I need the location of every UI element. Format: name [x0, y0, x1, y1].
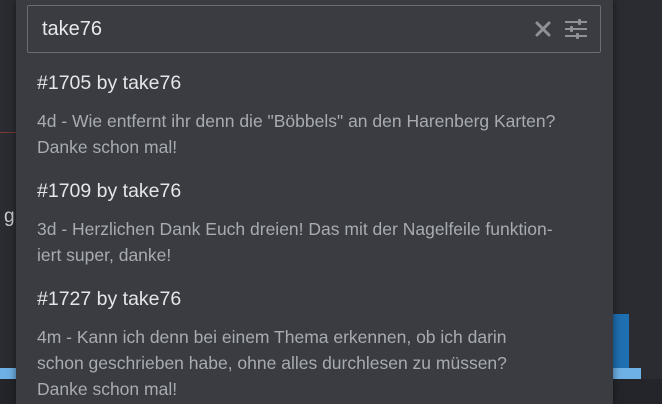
result-title: #1727 by take76: [37, 288, 182, 310]
background-strip-left: [0, 368, 16, 379]
result-snippet-line: schon geschrieben habe, ohne alles durch…: [37, 353, 507, 373]
search-box: [27, 5, 601, 53]
result-snippet-line: 4m - Kann ich denn bei einem Thema erken…: [37, 327, 507, 347]
search-result-item[interactable]: #1727 by take76 4m - Kann ich denn bei e…: [16, 278, 613, 404]
result-snippet-line: Danke schon mal!: [37, 379, 178, 399]
result-snippet-line: 4d - Wie entfernt ihr denn die "Böbbels"…: [37, 111, 556, 131]
result-snippet: 4d - Wie entfernt ihr denn die "Böbbels"…: [37, 108, 602, 160]
result-snippet-line: iert super, danke!: [37, 245, 172, 265]
search-result-item[interactable]: #1709 by take76 3d - Herzlichen Dank Euc…: [16, 170, 613, 270]
background-footer-left: [0, 379, 16, 404]
background-strip-right: [613, 368, 641, 379]
result-snippet-line: Danke schon mal!: [37, 137, 178, 157]
search-input[interactable]: [42, 17, 512, 41]
background-footer-right: [613, 379, 662, 404]
result-title: #1709 by take76: [37, 180, 182, 202]
search-popup: #1705 by take76 4d - Wie entfernt ihr de…: [16, 0, 613, 404]
search-result-item[interactable]: #1705 by take76 4d - Wie entfernt ihr de…: [16, 62, 613, 162]
sliders-icon[interactable]: [564, 18, 588, 40]
background-divider: [0, 132, 16, 133]
result-title: #1705 by take76: [37, 72, 182, 94]
result-snippet-line: 3d - Herzlichen Dank Euch dreien! Das mi…: [37, 219, 553, 239]
background-text-fragment: g: [4, 206, 15, 227]
result-snippet: 3d - Herzlichen Dank Euch dreien! Das mi…: [37, 216, 602, 268]
close-icon[interactable]: [533, 19, 553, 39]
result-snippet: 4m - Kann ich denn bei einem Thema erken…: [37, 324, 602, 402]
